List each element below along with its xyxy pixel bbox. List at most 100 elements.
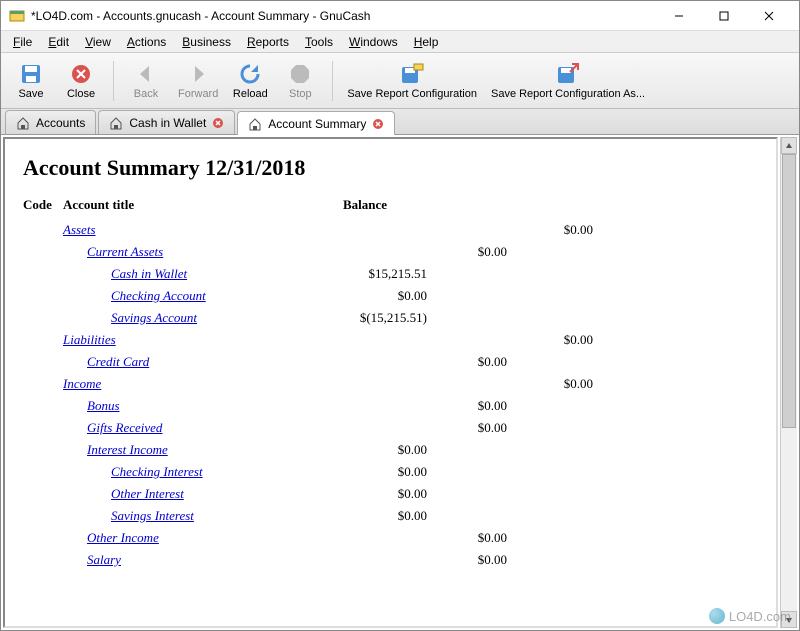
forward-label: Forward — [178, 88, 218, 100]
row-balance-col1: $0.00 — [343, 285, 433, 307]
row-title: Assets — [63, 219, 343, 241]
tab-cash-in-wallet[interactable]: Cash in Wallet — [98, 110, 235, 134]
menu-windows[interactable]: Windows — [343, 33, 404, 51]
account-link[interactable]: Salary — [87, 552, 121, 567]
row-title: Cash in Wallet — [63, 263, 343, 285]
reload-label: Reload — [233, 88, 268, 100]
menu-edit[interactable]: Edit — [42, 33, 75, 51]
account-link[interactable]: Other Income — [87, 530, 159, 545]
row-balance-col2: $0.00 — [433, 351, 513, 373]
tab-account-summary[interactable]: Account Summary — [237, 111, 395, 135]
report-row: Interest Income $0.00 — [23, 439, 758, 461]
report-row: Other Interest$0.00 — [23, 483, 758, 505]
account-link[interactable]: Credit Card — [87, 354, 149, 369]
save-config-label: Save Report Configuration — [347, 88, 477, 100]
tab-accounts[interactable]: Accounts — [5, 110, 96, 134]
close-window-button[interactable] — [746, 2, 791, 30]
header-code: Code — [23, 197, 63, 213]
scroll-up-button[interactable] — [781, 137, 797, 154]
home-icon — [248, 117, 262, 131]
report-row: Bonus$0.00 — [23, 395, 758, 417]
window-title: *LO4D.com - Accounts.gnucash - Account S… — [31, 9, 656, 23]
home-icon — [109, 116, 123, 130]
vertical-scrollbar[interactable] — [780, 137, 797, 628]
watermark: LO4D.com — [709, 608, 791, 624]
close-button[interactable]: Close — [59, 57, 103, 105]
row-title: Savings Interest — [63, 505, 343, 527]
report-row: Liabilities $0.00 — [23, 329, 758, 351]
stop-button[interactable]: Stop — [278, 57, 322, 105]
row-balance-col1: $0.00 — [343, 439, 433, 461]
row-title: Bonus — [63, 395, 343, 417]
header-balance: Balance — [343, 197, 443, 213]
save-config-as-icon — [556, 62, 580, 86]
row-title: Income — [63, 373, 343, 395]
tab-close-icon[interactable] — [212, 117, 224, 129]
scroll-track[interactable] — [781, 154, 797, 611]
account-link[interactable]: Checking Interest — [111, 464, 203, 479]
account-link[interactable]: Gifts Received — [87, 420, 162, 435]
row-title: Credit Card — [63, 351, 343, 373]
report-row: Salary $0.00 — [23, 549, 758, 571]
toolbar-separator — [332, 61, 333, 101]
save-report-config-as-button[interactable]: Save Report Configuration As... — [487, 57, 649, 105]
row-balance-col1: $15,215.51 — [343, 263, 433, 285]
close-label: Close — [67, 88, 95, 100]
report-row: Current Assets$0.00 — [23, 241, 758, 263]
reload-button[interactable]: Reload — [228, 57, 272, 105]
row-balance-col2: $0.00 — [433, 527, 513, 549]
save-config-icon — [400, 62, 424, 86]
account-link[interactable]: Assets — [63, 222, 96, 237]
app-icon — [9, 8, 25, 24]
stop-icon — [288, 62, 312, 86]
report-row: Income$0.00 — [23, 373, 758, 395]
account-link[interactable]: Bonus — [87, 398, 120, 413]
stop-label: Stop — [289, 88, 312, 100]
row-title: Other Income — [63, 527, 343, 549]
row-title: Liabilities — [63, 329, 343, 351]
forward-icon — [186, 62, 210, 86]
close-icon — [69, 62, 93, 86]
menu-reports[interactable]: Reports — [241, 33, 295, 51]
header-title: Account title — [63, 197, 343, 213]
account-link[interactable]: Current Assets — [87, 244, 163, 259]
menu-tools[interactable]: Tools — [299, 33, 339, 51]
save-button[interactable]: Save — [9, 57, 53, 105]
forward-button[interactable]: Forward — [174, 57, 222, 105]
account-link[interactable]: Income — [63, 376, 101, 391]
tab-label: Account Summary — [268, 117, 366, 131]
row-balance-col2: $0.00 — [433, 549, 513, 571]
row-title: Checking Interest — [63, 461, 343, 483]
row-title: Current Assets — [63, 241, 343, 263]
back-button[interactable]: Back — [124, 57, 168, 105]
toolbar-separator — [113, 61, 114, 101]
report-content: Account Summary 12/31/2018 Code Account … — [3, 137, 778, 628]
account-link[interactable]: Interest Income — [87, 442, 168, 457]
maximize-button[interactable] — [701, 2, 746, 30]
save-icon — [19, 62, 43, 86]
minimize-button[interactable] — [656, 2, 701, 30]
report-row: Assets$0.00 — [23, 219, 758, 241]
account-link[interactable]: Savings Interest — [111, 508, 194, 523]
menu-actions[interactable]: Actions — [121, 33, 172, 51]
row-balance-col3: $0.00 — [513, 329, 593, 351]
report-row: Savings Interest$0.00 — [23, 505, 758, 527]
save-report-config-button[interactable]: Save Report Configuration — [343, 57, 481, 105]
toolbar: Save Close Back Forward Reload Stop Save… — [1, 53, 799, 109]
report-row: Checking Interest$0.00 — [23, 461, 758, 483]
save-config-as-label: Save Report Configuration As... — [491, 88, 645, 100]
menu-file[interactable]: File — [7, 33, 38, 51]
menu-view[interactable]: View — [79, 33, 117, 51]
menu-help[interactable]: Help — [408, 33, 445, 51]
tab-close-icon[interactable] — [372, 118, 384, 130]
row-title: Interest Income — [63, 439, 343, 461]
account-link[interactable]: Savings Account — [111, 310, 197, 325]
account-link[interactable]: Other Interest — [111, 486, 184, 501]
account-link[interactable]: Checking Account — [111, 288, 206, 303]
report-table: Code Account title Balance Assets$0.00Cu… — [23, 197, 758, 571]
account-link[interactable]: Liabilities — [63, 332, 116, 347]
menu-business[interactable]: Business — [176, 33, 237, 51]
account-link[interactable]: Cash in Wallet — [111, 266, 187, 281]
report-rows: Assets$0.00Current Assets$0.00Cash in Wa… — [23, 219, 758, 571]
scroll-thumb[interactable] — [782, 154, 796, 428]
